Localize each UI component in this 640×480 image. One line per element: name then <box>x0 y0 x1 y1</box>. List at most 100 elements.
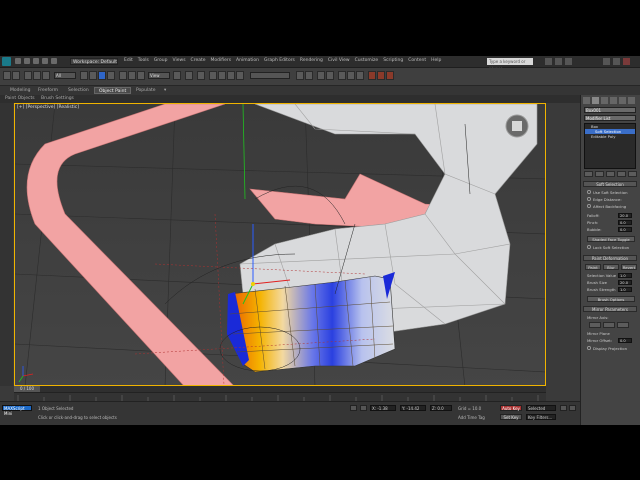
mirror-parameters-rollout[interactable]: Mirror Parameters <box>583 306 637 312</box>
select-rotate-icon[interactable] <box>128 71 136 80</box>
hierarchy-tab-icon[interactable] <box>601 97 608 104</box>
brush-options-button[interactable]: Brush Options <box>587 296 635 302</box>
unlink-icon[interactable] <box>33 71 41 80</box>
save-file-icon[interactable] <box>33 58 39 64</box>
menu-rendering[interactable]: Rendering <box>300 58 323 63</box>
viewport-label[interactable]: [+] [Perspective] [Realistic] <box>17 105 79 110</box>
select-move-icon[interactable] <box>119 71 127 80</box>
sign-in-icon[interactable] <box>555 58 562 65</box>
ribbon-toggle-icon[interactable] <box>326 71 334 80</box>
key-mode-dropdown[interactable]: Selected <box>526 405 556 411</box>
layer-explorer-icon[interactable] <box>317 71 325 80</box>
modify-tab-icon[interactable] <box>592 97 599 104</box>
menu-create[interactable]: Create <box>191 58 206 63</box>
lock-soft-selection-checkbox[interactable] <box>587 245 591 249</box>
soft-selection-rollout[interactable]: Soft Selection <box>583 181 637 187</box>
affect-backfacing-checkbox[interactable] <box>587 204 591 208</box>
edge-distance-checkbox[interactable] <box>587 197 591 201</box>
open-file-icon[interactable] <box>24 58 30 64</box>
tab-modeling[interactable]: Modeling <box>6 87 34 94</box>
brush-strength-spinner[interactable]: 1.0 <box>618 287 632 292</box>
make-unique-icon[interactable] <box>606 171 615 177</box>
pinch-spinner[interactable]: 0.0 <box>618 220 632 225</box>
snaps-toggle-icon[interactable] <box>209 71 217 80</box>
select-scale-icon[interactable] <box>137 71 145 80</box>
stack-item-editable-poly[interactable]: Editable Poly <box>585 134 635 139</box>
falloff-spinner[interactable]: 20.0 <box>618 213 632 218</box>
pivot-center-icon[interactable] <box>173 71 181 80</box>
minimize-icon[interactable] <box>603 58 610 65</box>
mirror-axis-z-button[interactable] <box>617 322 629 328</box>
menu-customize[interactable]: Customize <box>355 58 379 63</box>
mirror-icon[interactable] <box>296 71 304 80</box>
workspace-dropdown[interactable]: Workspace: Default <box>70 58 118 65</box>
brush-settings-panel[interactable]: Brush Settings <box>41 96 74 101</box>
select-manipulate-icon[interactable] <box>185 71 193 80</box>
rect-select-region-icon[interactable] <box>98 71 106 80</box>
viewcube-face[interactable] <box>512 121 522 131</box>
mirror-offset-spinner[interactable]: 0.0 <box>618 338 632 343</box>
tab-populate[interactable]: Populate <box>132 87 160 94</box>
help-icon[interactable] <box>565 58 572 65</box>
display-tab-icon[interactable] <box>619 97 626 104</box>
menu-help[interactable]: Help <box>431 58 441 63</box>
new-file-icon[interactable] <box>15 58 21 64</box>
mirror-axis-y-button[interactable] <box>603 322 615 328</box>
object-name-field[interactable]: Box001 <box>584 107 636 113</box>
tab-selection[interactable]: Selection <box>64 87 93 94</box>
bind-space-warp-icon[interactable] <box>42 71 50 80</box>
viewport-layout-tabs[interactable] <box>0 103 13 386</box>
revert-button[interactable]: Revert <box>621 264 637 270</box>
show-end-result-icon[interactable] <box>595 171 604 177</box>
selection-value-spinner[interactable]: 1.0 <box>618 273 632 278</box>
select-object-icon[interactable] <box>80 71 88 80</box>
material-editor-icon[interactable] <box>356 71 364 80</box>
undo-tool-icon[interactable] <box>3 71 11 80</box>
modifier-stack[interactable]: Box Soft Selection Editable Poly <box>584 123 636 169</box>
play-icon[interactable] <box>569 405 576 411</box>
menu-civil-view[interactable]: Civil View <box>328 58 350 63</box>
create-tab-icon[interactable] <box>583 97 590 104</box>
select-by-name-icon[interactable] <box>89 71 97 80</box>
selection-filter-dropdown[interactable]: All <box>54 72 76 79</box>
modifier-list-dropdown[interactable]: Modifier List <box>584 115 636 121</box>
angle-snap-icon[interactable] <box>218 71 226 80</box>
menu-group[interactable]: Group <box>154 58 168 63</box>
viewport-scene[interactable] <box>15 104 546 386</box>
spinner-snap-icon[interactable] <box>236 71 244 80</box>
render-setup-icon[interactable] <box>368 71 376 80</box>
render-production-icon[interactable] <box>386 71 394 80</box>
use-soft-selection-checkbox[interactable] <box>587 190 591 194</box>
link-icon[interactable] <box>24 71 32 80</box>
configure-sets-icon[interactable] <box>628 171 637 177</box>
curve-editor-icon[interactable] <box>338 71 346 80</box>
brush-size-spinner[interactable]: 20.0 <box>618 280 632 285</box>
go-to-start-icon[interactable] <box>560 405 567 411</box>
utilities-tab-icon[interactable] <box>628 97 635 104</box>
percent-snap-icon[interactable] <box>227 71 235 80</box>
key-filters-button[interactable]: Key Filters... <box>526 414 556 420</box>
undo-icon[interactable] <box>42 58 48 64</box>
named-selection-sets-dropdown[interactable] <box>250 72 290 79</box>
maxscript-listener[interactable]: MAXScript Mini <box>2 405 32 416</box>
redo-icon[interactable] <box>51 58 57 64</box>
lock-selection-icon[interactable] <box>350 405 357 411</box>
close-icon[interactable] <box>623 58 630 65</box>
motion-tab-icon[interactable] <box>610 97 617 104</box>
tab-freeform[interactable]: Freeform <box>34 87 62 94</box>
window-crossing-icon[interactable] <box>107 71 115 80</box>
y-coordinate-field[interactable]: Y: -14.42 <box>400 405 426 411</box>
menu-tools[interactable]: Tools <box>138 58 149 63</box>
absolute-mode-icon[interactable] <box>360 405 367 411</box>
schematic-view-icon[interactable] <box>347 71 355 80</box>
redo-tool-icon[interactable] <box>12 71 20 80</box>
menu-modifiers[interactable]: Modifiers <box>211 58 232 63</box>
align-icon[interactable] <box>305 71 313 80</box>
menu-animation[interactable]: Animation <box>236 58 259 63</box>
remove-modifier-icon[interactable] <box>617 171 626 177</box>
ribbon-options-icon[interactable]: ▾ <box>160 87 170 94</box>
pin-stack-icon[interactable] <box>584 171 593 177</box>
keyboard-shortcut-icon[interactable] <box>197 71 205 80</box>
mirror-axis-x-button[interactable] <box>589 322 601 328</box>
paint-button[interactable]: Paint <box>585 264 601 270</box>
